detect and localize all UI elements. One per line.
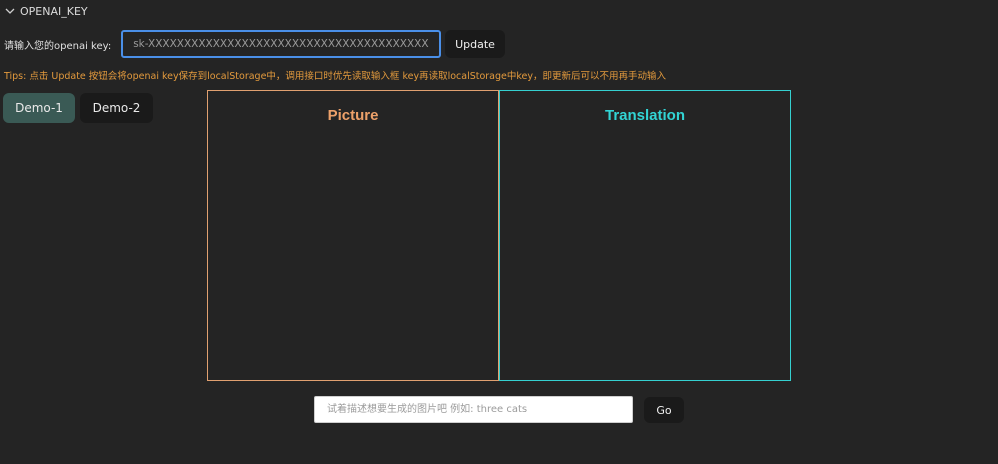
openai-key-section-toggle[interactable]: OPENAI_KEY [4, 4, 88, 18]
update-button[interactable]: Update [445, 30, 505, 58]
image-prompt-input[interactable] [314, 396, 633, 423]
picture-panel-title: Picture [327, 107, 379, 124]
go-button[interactable]: Go [644, 397, 684, 423]
app-root: OPENAI_KEY 请输入您的openai key: Update Tips:… [0, 0, 998, 464]
translation-panel: Translation [499, 90, 791, 381]
translation-panel-title: Translation [604, 107, 686, 124]
section-title: OPENAI_KEY [20, 4, 88, 18]
openai-key-label: 请输入您的openai key: [4, 40, 112, 52]
tips-text: Tips: 点击 Update 按钮会将openai key保存到localSt… [4, 71, 667, 82]
picture-panel: Picture [207, 90, 499, 381]
tab-demo-2[interactable]: Demo-2 [80, 93, 153, 123]
openai-key-input[interactable] [121, 30, 442, 58]
chevron-down-icon [5, 8, 15, 14]
openai-key-form: 请输入您的openai key: [4, 29, 442, 59]
tab-demo-1[interactable]: Demo-1 [3, 93, 75, 123]
